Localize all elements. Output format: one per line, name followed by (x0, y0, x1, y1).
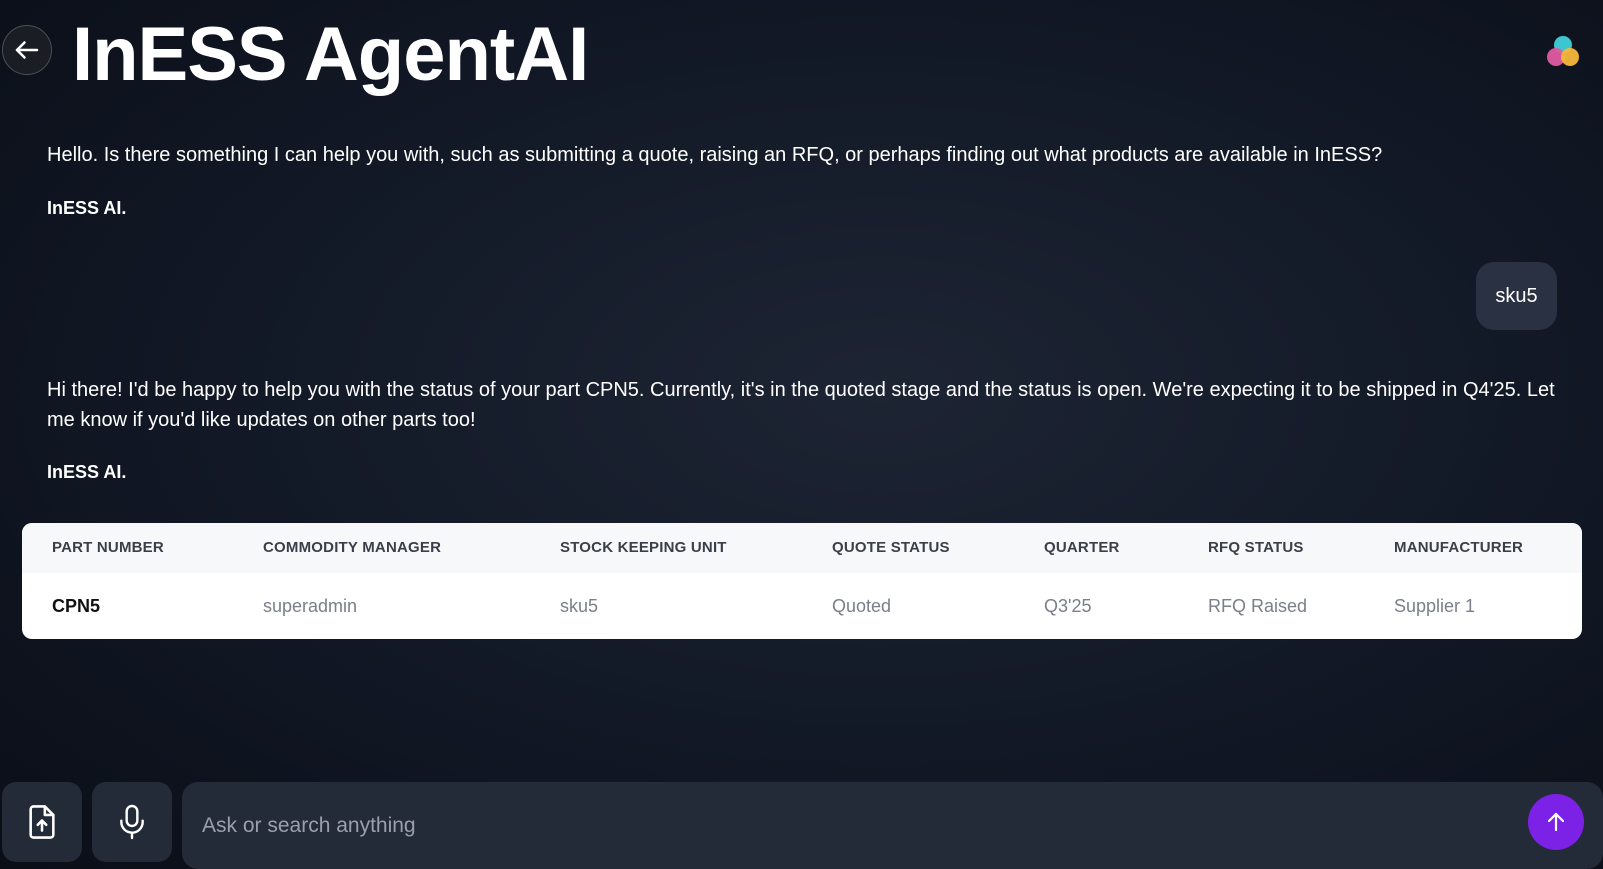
assistant-signature: InESS AI. (47, 462, 127, 482)
column-header: QUARTER (1044, 539, 1120, 556)
assistant-signature: InESS AI. (47, 198, 127, 218)
table-cell: Supplier 1 (1394, 596, 1476, 616)
table-cell: superadmin (263, 596, 358, 616)
table-cell: CPN5 (52, 596, 101, 616)
table-cell: Quoted (832, 596, 892, 616)
arrow-up-icon (1547, 812, 1565, 832)
column-header: COMMODITY MANAGER (263, 539, 442, 556)
search-input[interactable] (202, 804, 1502, 848)
back-button[interactable] (2, 25, 52, 75)
table-cell: Q3'25 (1044, 596, 1092, 616)
column-header: QUOTE STATUS (832, 539, 950, 556)
user-message-bubble: sku5 (1476, 262, 1557, 330)
composer (0, 782, 1603, 869)
microphone-icon (120, 804, 144, 840)
table-cell: RFQ Raised (1208, 596, 1308, 616)
column-header: MANUFACTURER (1394, 539, 1524, 556)
arrow-left-icon (15, 41, 39, 59)
upload-button[interactable] (2, 782, 82, 862)
assistant-message: Hello. Is there something I can help you… (47, 144, 1383, 166)
column-header: PART NUMBER (52, 539, 164, 556)
assistant-message: Hi there! I'd be happy to help you with … (47, 379, 1555, 431)
page-title: InESS AgentAI (72, 12, 589, 97)
microphone-button[interactable] (92, 782, 172, 862)
three-dot-logo-icon (1545, 34, 1585, 70)
column-header: RFQ STATUS (1208, 539, 1304, 556)
send-button[interactable] (1528, 794, 1584, 850)
table-header-row: PART NUMBER COMMODITY MANAGER STOCK KEEP… (22, 523, 1582, 573)
search-input-container (182, 782, 1603, 869)
parts-table: PART NUMBER COMMODITY MANAGER STOCK KEEP… (22, 523, 1582, 639)
column-header: STOCK KEEPING UNIT (560, 539, 727, 556)
table-row[interactable]: CPN5 superadmin sku5 Quoted Q3'25 RFQ Ra… (22, 573, 1582, 639)
table-cell: sku5 (560, 596, 599, 616)
file-upload-icon (29, 805, 55, 839)
